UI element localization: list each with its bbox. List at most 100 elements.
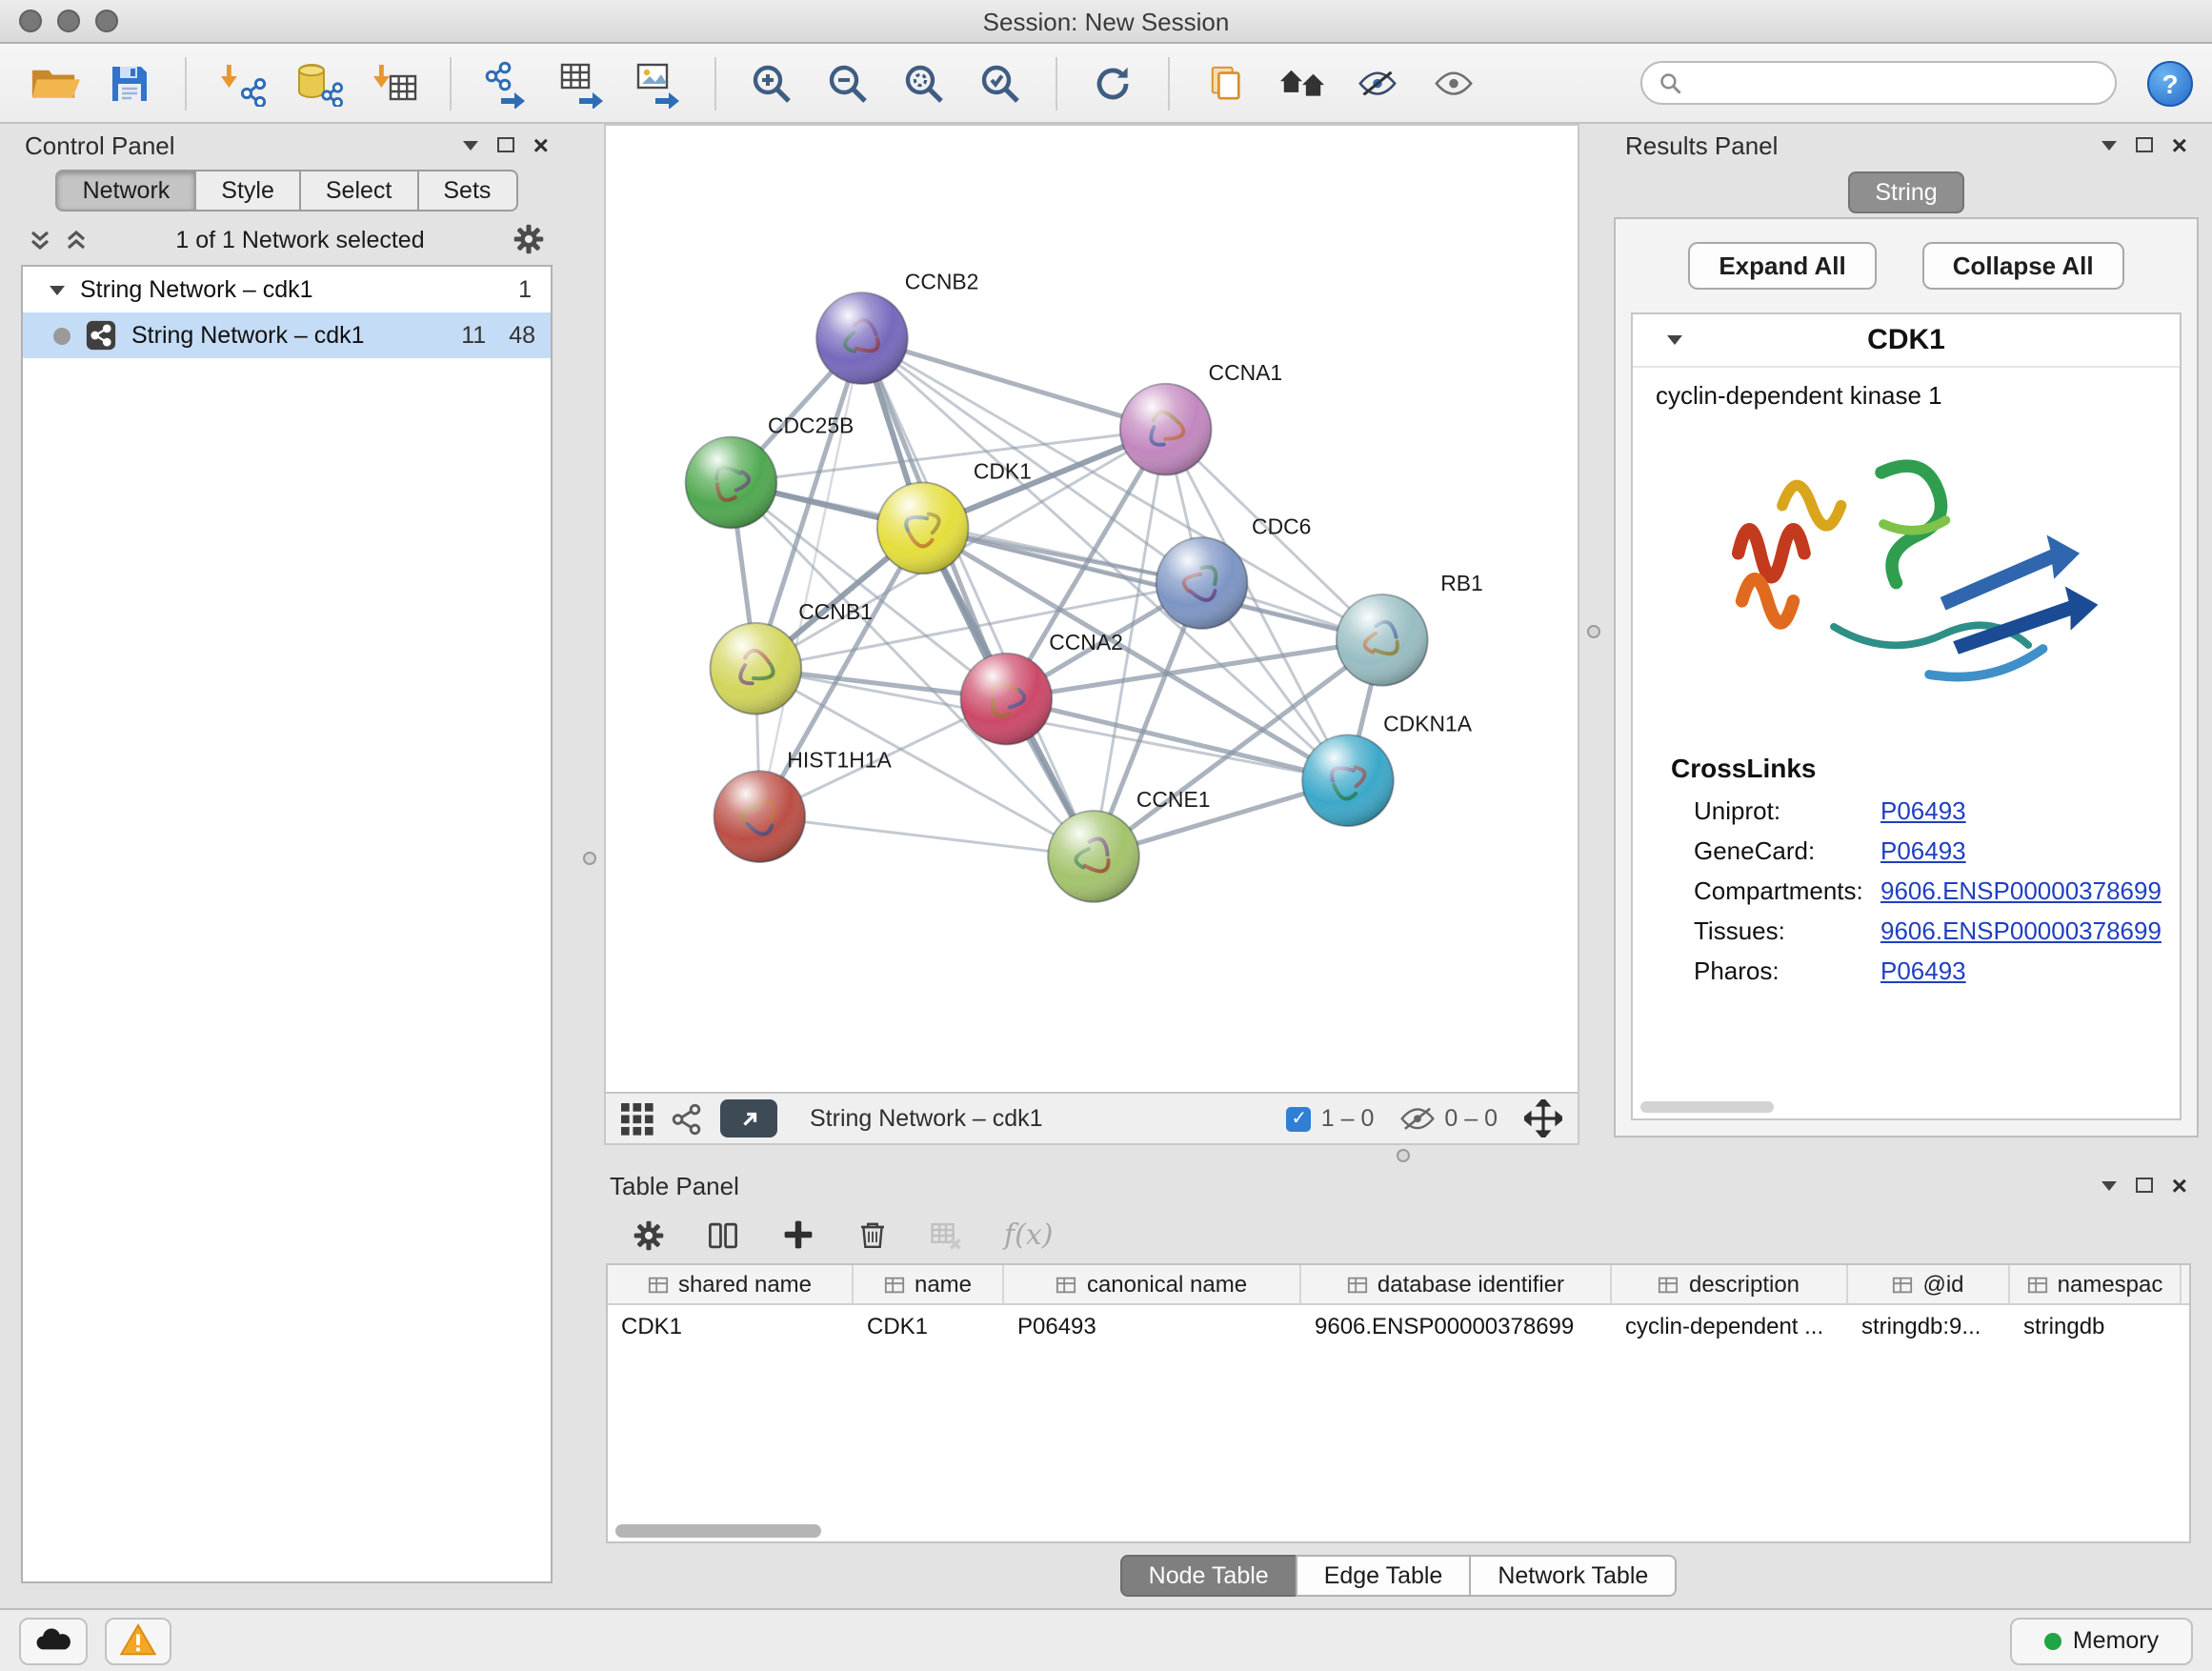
panel-menu-icon[interactable]: [2101, 140, 2117, 150]
add-column-icon[interactable]: [781, 1218, 815, 1252]
export-image-button[interactable]: [625, 49, 694, 117]
crosslink-uniprot[interactable]: P06493: [1880, 796, 1966, 825]
network-edge-CCNB2-CCNE1[interactable]: [862, 338, 1094, 856]
right-splitter-handle[interactable]: [1587, 625, 1600, 638]
tab-style[interactable]: Style: [194, 170, 301, 211]
crosslink-genecard[interactable]: P06493: [1880, 836, 1966, 865]
panel-close-icon[interactable]: ×: [533, 131, 549, 158]
network-edge-HIST1H1A-CCNE1[interactable]: [759, 816, 1094, 856]
network-node-CCNB1[interactable]: [711, 623, 802, 715]
import-network-file-button[interactable]: [208, 49, 276, 117]
panel-close-icon[interactable]: ×: [2172, 1172, 2187, 1198]
tab-edge-table[interactable]: Edge Table: [1296, 1555, 1472, 1597]
network-row-selected[interactable]: String Network – cdk1 11 48: [23, 312, 551, 358]
network-canvas[interactable]: CCNB2CCNA1CDC25BCDK1CDC6RB1CCNB1CCNA2CDK…: [606, 126, 1578, 1092]
zoom-in-button[interactable]: [737, 49, 806, 117]
panel-close-icon[interactable]: ×: [2172, 131, 2187, 158]
table-cell-5[interactable]: stringdb:9...: [1848, 1312, 2010, 1339]
tab-network-table[interactable]: Network Table: [1469, 1555, 1677, 1597]
network-node-HIST1H1A[interactable]: [714, 771, 806, 862]
network-node-CCNA2[interactable]: [961, 654, 1053, 745]
table-cell-0[interactable]: CDK1: [608, 1312, 854, 1339]
column-header-3[interactable]: database identifier: [1301, 1265, 1612, 1303]
zoom-out-button[interactable]: [814, 49, 882, 117]
bottom-splitter-handle[interactable]: [1397, 1149, 1410, 1162]
maximize-window-button[interactable]: [95, 10, 118, 32]
show-columns-icon[interactable]: [707, 1218, 739, 1251]
column-header-0[interactable]: shared name: [608, 1265, 854, 1303]
network-node-CDC25B[interactable]: [686, 437, 777, 529]
update-network-button[interactable]: [1078, 49, 1147, 117]
help-button[interactable]: ?: [2147, 60, 2193, 106]
expand-all-button[interactable]: Expand All: [1688, 242, 1876, 290]
memory-button[interactable]: Memory: [2010, 1617, 2193, 1664]
column-header-6[interactable]: namespac: [2010, 1265, 2182, 1303]
tab-sets[interactable]: Sets: [416, 170, 517, 211]
selected-checkbox-icon[interactable]: ✓: [1287, 1106, 1312, 1131]
minimize-window-button[interactable]: [57, 10, 80, 32]
collapse-all-icon[interactable]: [29, 228, 51, 251]
network-node-CDKN1A[interactable]: [1302, 735, 1394, 826]
close-window-button[interactable]: [19, 10, 42, 32]
panel-menu-icon[interactable]: [463, 140, 478, 150]
save-session-button[interactable]: [95, 49, 164, 117]
collection-expander-icon[interactable]: [50, 285, 65, 294]
tab-string[interactable]: String: [1848, 171, 1963, 213]
network-node-CCNE1[interactable]: [1048, 811, 1139, 902]
delete-column-icon[interactable]: [857, 1219, 888, 1250]
table-horizontal-scrollbar[interactable]: [615, 1524, 821, 1538]
search-input[interactable]: [1694, 70, 2098, 96]
gear-icon[interactable]: [513, 223, 545, 255]
crosslink-compartments[interactable]: 9606.ENSP00000378699: [1880, 876, 2162, 905]
network-collection-row[interactable]: String Network – cdk1 1: [23, 267, 551, 312]
table-row[interactable]: CDK1CDK1P064939606.ENSP00000378699cyclin…: [608, 1305, 2189, 1345]
network-node-CDK1[interactable]: [877, 483, 969, 574]
open-session-button[interactable]: [19, 49, 88, 117]
hide-glass-button[interactable]: [1343, 49, 1412, 117]
table-cell-4[interactable]: cyclin-dependent ...: [1612, 1312, 1848, 1339]
cloud-button[interactable]: [19, 1617, 88, 1664]
show-glass-button[interactable]: [1419, 49, 1488, 117]
crosslink-pharos[interactable]: P06493: [1880, 956, 1966, 985]
copy-document-button[interactable]: [1191, 49, 1259, 117]
table-cell-1[interactable]: CDK1: [854, 1312, 1004, 1339]
table-cell-6[interactable]: stringdb: [2010, 1312, 2182, 1339]
table-settings-gear-icon[interactable]: [633, 1218, 665, 1251]
network-node-CCNA1[interactable]: [1120, 384, 1212, 475]
network-node-RB1[interactable]: [1337, 594, 1428, 686]
network-edge-CCNB2-HIST1H1A[interactable]: [759, 338, 862, 816]
panel-float-icon[interactable]: [497, 137, 514, 152]
panel-menu-icon[interactable]: [2101, 1180, 2117, 1190]
tab-node-table[interactable]: Node Table: [1120, 1555, 1297, 1597]
column-header-1[interactable]: name: [854, 1265, 1004, 1303]
panel-float-icon[interactable]: [2136, 137, 2153, 152]
import-table-button[interactable]: [360, 49, 429, 117]
section-expander-icon[interactable]: [1667, 335, 1682, 345]
network-node-CDC6[interactable]: [1156, 537, 1248, 629]
import-network-database-button[interactable]: [284, 49, 352, 117]
export-table-button[interactable]: [549, 49, 617, 117]
column-header-2[interactable]: canonical name: [1004, 1265, 1301, 1303]
expand-all-icon[interactable]: [65, 228, 88, 251]
results-scrollbar[interactable]: [1640, 1101, 1774, 1113]
left-splitter-handle[interactable]: [583, 852, 596, 865]
crosslink-tissues[interactable]: 9606.ENSP00000378699: [1880, 916, 2162, 945]
table-cell-3[interactable]: 9606.ENSP00000378699: [1301, 1312, 1612, 1339]
column-header-4[interactable]: description: [1612, 1265, 1848, 1303]
collapse-all-button[interactable]: Collapse All: [1922, 242, 2124, 290]
zoom-fit-button[interactable]: [890, 49, 958, 117]
gene-section-header[interactable]: CDK1: [1633, 314, 2180, 368]
network-node-CCNB2[interactable]: [816, 292, 908, 384]
grid-view-icon[interactable]: [621, 1102, 654, 1135]
search-box[interactable]: [1640, 61, 2117, 105]
string-home-button[interactable]: [1267, 49, 1336, 117]
tab-network[interactable]: Network: [56, 170, 197, 211]
zoom-selected-button[interactable]: [966, 49, 1035, 117]
warnings-button[interactable]: [105, 1617, 171, 1664]
column-header-5[interactable]: @id: [1848, 1265, 2010, 1303]
panel-float-icon[interactable]: [2136, 1178, 2153, 1193]
pan-crosshair-icon[interactable]: [1524, 1099, 1562, 1137]
detach-view-button[interactable]: [720, 1099, 777, 1137]
function-builder-button[interactable]: f(x): [1004, 1218, 1053, 1252]
network-edge-CCNB2-CCNA1[interactable]: [862, 338, 1166, 430]
